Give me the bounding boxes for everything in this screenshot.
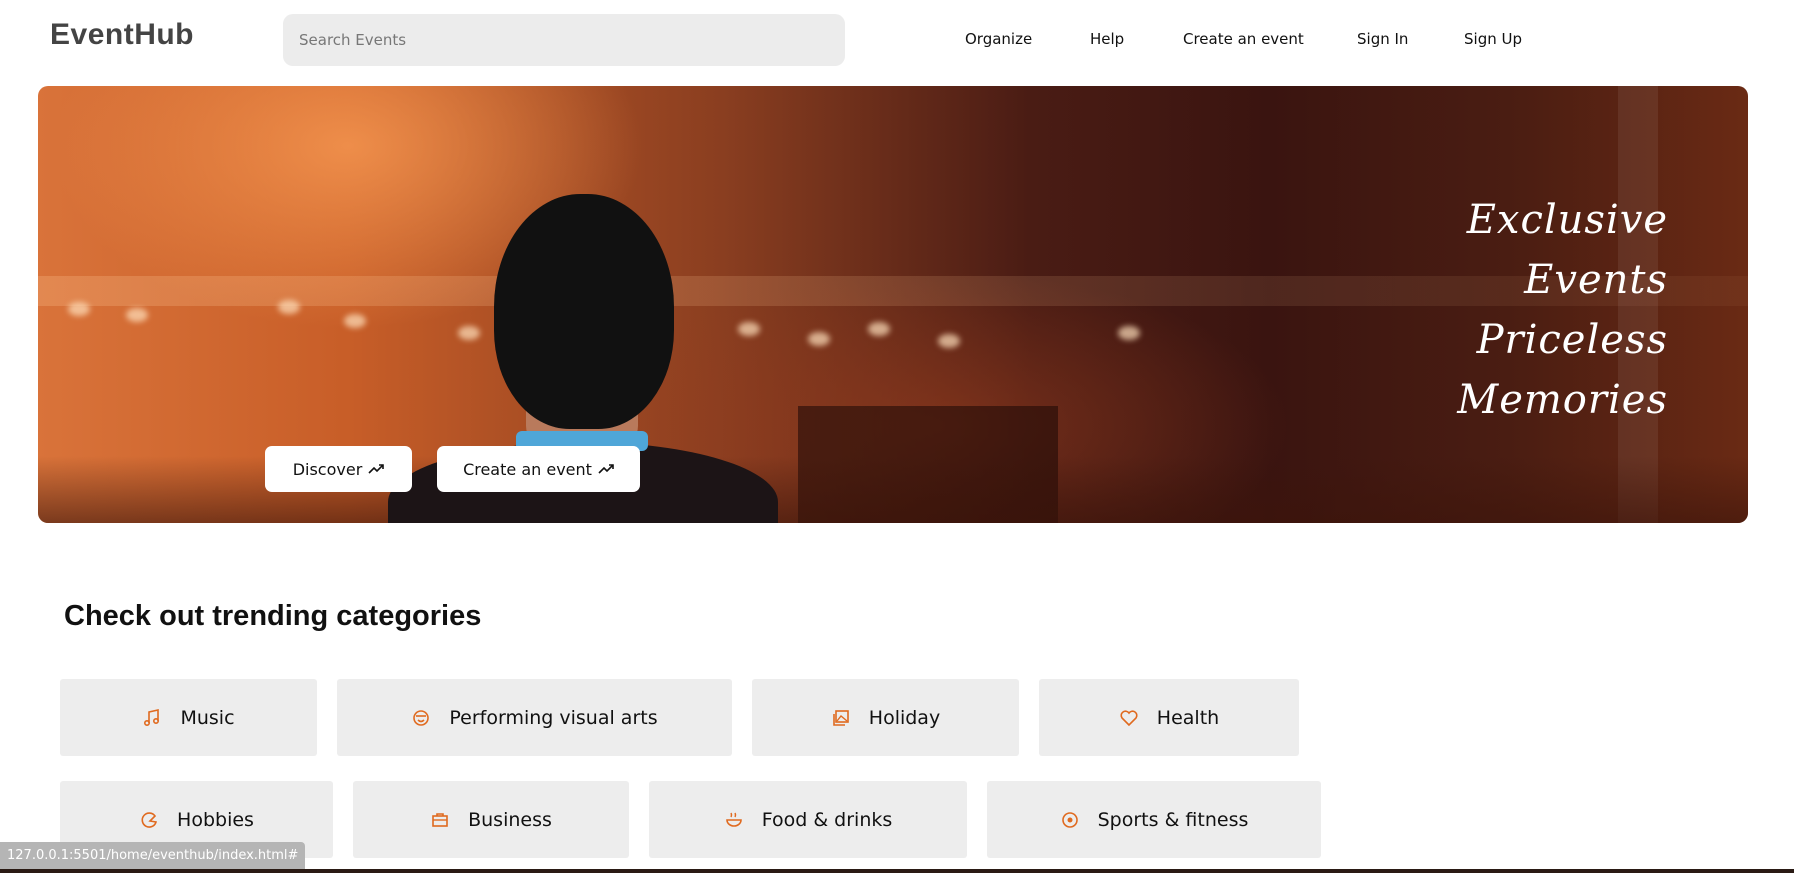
photo-gallery-icon <box>832 709 849 726</box>
create-event-button[interactable]: Create an event <box>437 446 640 492</box>
category-label: Holiday <box>868 706 941 729</box>
page: EventHub Organize Help Create an event S… <box>0 0 1794 873</box>
category-label: Health <box>1156 706 1220 729</box>
ceiling-light <box>1118 326 1140 340</box>
mask-icon <box>413 709 430 726</box>
category-business[interactable]: Business <box>353 781 629 858</box>
category-health[interactable]: Health <box>1039 679 1299 756</box>
music-note-icon <box>144 708 160 726</box>
category-holiday[interactable]: Holiday <box>752 679 1019 756</box>
palette-icon <box>141 811 158 828</box>
hero-banner: Discover Create an event Exclusive Event… <box>38 86 1748 523</box>
category-label: Hobbies <box>177 808 254 831</box>
site-logo[interactable]: EventHub <box>50 18 194 52</box>
ceiling-light <box>868 322 890 336</box>
ceiling-light <box>458 326 480 340</box>
create-event-button-label: Create an event <box>463 459 592 479</box>
ceiling-light <box>808 332 830 346</box>
hero-tagline: Exclusive Events Priceless Memories <box>1457 190 1668 430</box>
category-label: Food & drinks <box>761 808 893 831</box>
category-label: Business <box>468 808 552 831</box>
category-label: Performing visual arts <box>449 706 658 729</box>
ceiling-light <box>344 314 366 328</box>
discover-button[interactable]: Discover <box>265 446 412 492</box>
category-label: Sports & fitness <box>1097 808 1249 831</box>
ceiling-light <box>938 334 960 348</box>
ball-icon <box>1061 811 1078 828</box>
heart-icon <box>1120 709 1138 726</box>
tagline-line: Events <box>1524 257 1668 303</box>
top-header: EventHub Organize Help Create an event S… <box>0 0 1794 80</box>
ceiling-light <box>126 308 148 322</box>
section-title: Check out trending categories <box>64 600 482 632</box>
category-performing-visual-arts[interactable]: Performing visual arts <box>337 679 732 756</box>
category-music[interactable]: Music <box>60 679 317 756</box>
category-label: Music <box>180 706 235 729</box>
trending-up-icon <box>598 464 614 474</box>
nav-sign-up[interactable]: Sign Up <box>1464 30 1522 48</box>
briefcase-icon <box>432 812 448 827</box>
speaker-silhouette-head <box>494 194 674 429</box>
discover-button-label: Discover <box>292 459 363 479</box>
tagline-line: Memories <box>1457 377 1668 423</box>
ceiling-light <box>278 300 300 314</box>
trending-up-icon <box>368 464 385 474</box>
category-food-drinks[interactable]: Food & drinks <box>649 781 967 858</box>
page-bottom-strip <box>0 869 1794 873</box>
ceiling-light <box>738 322 760 336</box>
browser-status-url: 127.0.0.1:5501/home/eventhub/index.html# <box>0 842 306 869</box>
nav-create-event[interactable]: Create an event <box>1183 30 1304 48</box>
category-sports-fitness[interactable]: Sports & fitness <box>987 781 1321 858</box>
tagline-line: Exclusive <box>1466 197 1668 243</box>
search-input[interactable] <box>283 14 845 66</box>
bowl-icon <box>725 812 742 827</box>
ceiling-light <box>68 302 90 316</box>
nav-organize[interactable]: Organize <box>965 30 1032 48</box>
nav-sign-in[interactable]: Sign In <box>1357 30 1408 48</box>
nav-help[interactable]: Help <box>1090 30 1124 48</box>
tagline-line: Priceless <box>1476 317 1668 363</box>
